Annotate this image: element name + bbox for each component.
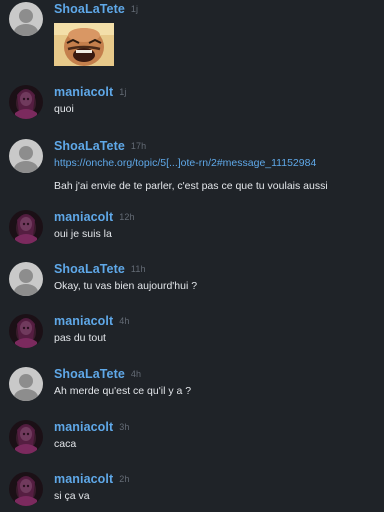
timestamp: 4h [119, 316, 130, 326]
message-text: pas du tout [54, 332, 106, 344]
username[interactable]: ShoaLaTete 1j [54, 2, 138, 16]
timestamp: 4h [130, 369, 142, 379]
timestamp: 1j [130, 4, 139, 14]
shoa-avatar-icon[interactable] [9, 2, 43, 36]
message-text: Ah merde qu'est ce qu'il y a ? [54, 385, 192, 397]
username[interactable]: ShoaLaTete 4h [54, 367, 141, 381]
message-text: si ça va [54, 490, 90, 502]
username[interactable]: maniacolt 3h [54, 420, 129, 434]
maniacolt-avatar-icon[interactable] [9, 85, 43, 119]
maniacolt-avatar-icon[interactable] [9, 314, 43, 348]
timestamp: 11h [130, 264, 146, 274]
message-text: caca [54, 438, 77, 450]
username-label[interactable]: maniacolt [54, 210, 113, 224]
username[interactable]: maniacolt 2h [54, 472, 129, 486]
shoa-avatar-icon[interactable] [9, 367, 43, 401]
username[interactable]: ShoaLaTete 11h [54, 262, 146, 276]
username[interactable]: maniacolt 12h [54, 210, 135, 224]
message-text: quoi [54, 103, 74, 115]
maniacolt-avatar-icon[interactable] [9, 420, 43, 454]
username-label[interactable]: maniacolt [54, 85, 113, 99]
username[interactable]: maniacolt 4h [54, 314, 129, 328]
username-label[interactable]: ShoaLaTete [54, 367, 125, 381]
message-text: oui je suis la [54, 228, 112, 240]
maniacolt-avatar-icon[interactable] [9, 210, 43, 244]
timestamp: 2h [119, 474, 130, 484]
username-label[interactable]: ShoaLaTete [54, 139, 125, 153]
username-label[interactable]: ShoaLaTete [54, 2, 125, 16]
message-link[interactable]: https://onche.org/topic/5[...]ote-rn/2#m… [54, 157, 316, 169]
message-text: Okay, tu vas bien aujourd'hui ? [54, 280, 198, 292]
shoa-avatar-icon[interactable] [9, 139, 43, 173]
username-label[interactable]: ShoaLaTete [54, 262, 125, 276]
username[interactable]: ShoaLaTete 17h [54, 139, 146, 153]
maniacolt-avatar-icon[interactable] [9, 472, 43, 506]
laughing-man-sticker[interactable] [54, 23, 114, 66]
timestamp: 17h [130, 141, 147, 151]
timestamp: 1j [119, 87, 127, 97]
message-text: Bah j'ai envie de te parler, c'est pas c… [54, 180, 328, 192]
timestamp: 12h [119, 212, 135, 222]
username-label[interactable]: maniacolt [54, 420, 113, 434]
shoa-avatar-icon[interactable] [9, 262, 43, 296]
username-label[interactable]: maniacolt [54, 472, 113, 486]
username-label[interactable]: maniacolt [54, 314, 113, 328]
timestamp: 3h [119, 422, 130, 432]
username[interactable]: maniacolt 1j [54, 85, 126, 99]
